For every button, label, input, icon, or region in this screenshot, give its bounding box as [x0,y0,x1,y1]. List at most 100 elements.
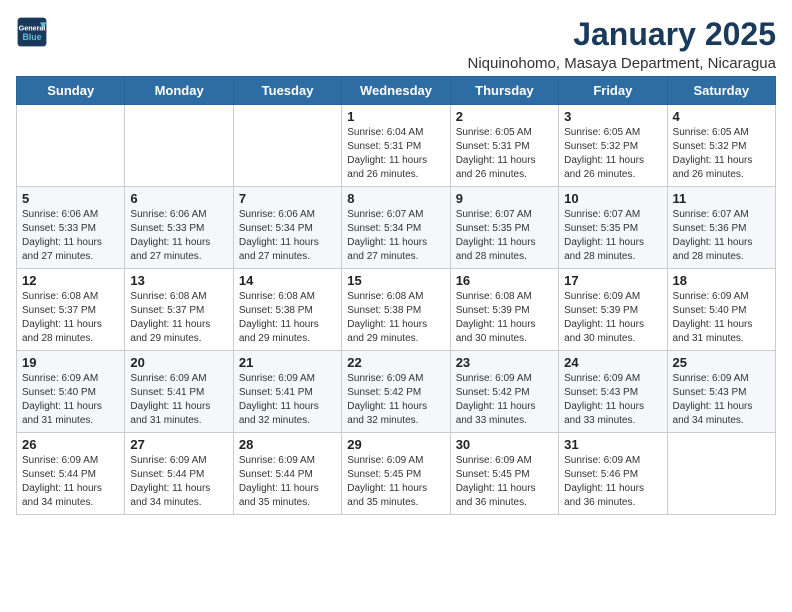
calendar-cell: 28 Sunrise: 6:09 AM Sunset: 5:44 PM Dayli… [233,433,341,515]
cell-info: Sunrise: 6:08 AM Sunset: 5:37 PM Dayligh… [22,290,119,346]
cell-info: Sunrise: 6:09 AM Sunset: 5:40 PM Dayligh… [22,372,119,428]
day-number: 30 [456,437,553,452]
calendar-cell: 11Sunrise: 6:07 AM Sunset: 5:36 PM Dayli… [667,187,775,269]
cell-info: Sunrise: 6:09 AM Sunset: 5:42 PM Dayligh… [347,372,444,428]
calendar-cell: 12 Sunrise: 6:08 AM Sunset: 5:37 PM Dayli… [17,269,125,351]
calendar-cell: 27Sunrise: 6:09 AM Sunset: 5:44 PM Dayli… [125,433,233,515]
cell-info: Sunrise: 6:05 AM Sunset: 5:31 PM Dayligh… [456,126,553,182]
day-number: 9 [456,191,553,206]
cell-info: Sunrise: 6:09 AM Sunset: 5:43 PM Dayligh… [673,372,770,428]
calendar-cell: 19Sunrise: 6:09 AM Sunset: 5:40 PM Dayli… [17,351,125,433]
cell-info: Sunrise: 6:09 AM Sunset: 5:41 PM Dayligh… [239,372,336,428]
header: General Blue January 2025 Niquinohomo, M… [16,16,776,72]
calendar-cell: 4 Sunrise: 6:05 AM Sunset: 5:32 PM Daylig… [667,105,775,187]
cell-info: Sunrise: 6:08 AM Sunset: 5:38 PM Dayligh… [239,290,336,346]
calendar-cell: 1 Sunrise: 6:04 AM Sunset: 5:31 PM Daylig… [342,105,450,187]
calendar-cell [125,105,233,187]
day-number: 16 [456,273,553,288]
day-number: 4 [673,109,770,124]
calendar-cell: 15 Sunrise: 6:08 AM Sunset: 5:38 PM Dayli… [342,269,450,351]
calendar-cell: 5 Sunrise: 6:06 AM Sunset: 5:33 PM Daylig… [17,187,125,269]
day-number: 14 [239,273,336,288]
day-number: 5 [22,191,119,206]
cell-info: Sunrise: 6:08 AM Sunset: 5:39 PM Dayligh… [456,290,553,346]
cell-info: Sunrise: 6:07 AM Sunset: 5:35 PM Dayligh… [564,208,661,264]
cell-info: Sunrise: 6:07 AM Sunset: 5:36 PM Dayligh… [673,208,770,264]
calendar-cell: 22Sunrise: 6:09 AM Sunset: 5:42 PM Dayli… [342,351,450,433]
calendar-header: SundayMondayTuesdayWednesdayThursdayFrid… [17,77,776,105]
calendar-cell: 30 Sunrise: 6:09 AM Sunset: 5:45 PM Dayli… [450,433,558,515]
calendar-cell: 3 Sunrise: 6:05 AM Sunset: 5:32 PM Daylig… [559,105,667,187]
cell-info: Sunrise: 6:08 AM Sunset: 5:37 PM Dayligh… [130,290,227,346]
day-number: 23 [456,355,553,370]
calendar-cell: 20Sunrise: 6:09 AM Sunset: 5:41 PM Dayli… [125,351,233,433]
calendar-body: 1 Sunrise: 6:04 AM Sunset: 5:31 PM Daylig… [17,105,776,515]
calendar-cell: 21 Sunrise: 6:09 AM Sunset: 5:41 PM Dayli… [233,351,341,433]
cell-info: Sunrise: 6:08 AM Sunset: 5:38 PM Dayligh… [347,290,444,346]
calendar-cell: 8Sunrise: 6:07 AM Sunset: 5:34 PM Daylig… [342,187,450,269]
calendar-cell: 31Sunrise: 6:09 AM Sunset: 5:46 PM Dayli… [559,433,667,515]
cell-info: Sunrise: 6:07 AM Sunset: 5:34 PM Dayligh… [347,208,444,264]
cell-info: Sunrise: 6:09 AM Sunset: 5:44 PM Dayligh… [239,454,336,510]
location-subtitle: Niquinohomo, Masaya Department, Nicaragu… [48,55,776,72]
day-header-wednesday: Wednesday [342,77,450,105]
calendar-cell: 10 Sunrise: 6:07 AM Sunset: 5:35 PM Dayli… [559,187,667,269]
calendar-cell [667,433,775,515]
cell-info: Sunrise: 6:04 AM Sunset: 5:31 PM Dayligh… [347,126,444,182]
calendar-cell: 26 Sunrise: 6:09 AM Sunset: 5:44 PM Dayli… [17,433,125,515]
title-area: January 2025 Niquinohomo, Masaya Departm… [48,16,776,72]
cell-info: Sunrise: 6:07 AM Sunset: 5:35 PM Dayligh… [456,208,553,264]
cell-info: Sunrise: 6:09 AM Sunset: 5:46 PM Dayligh… [564,454,661,510]
calendar-cell: 23 Sunrise: 6:09 AM Sunset: 5:42 PM Dayli… [450,351,558,433]
day-header-friday: Friday [559,77,667,105]
calendar-table: SundayMondayTuesdayWednesdayThursdayFrid… [16,76,776,515]
day-number: 28 [239,437,336,452]
day-number: 1 [347,109,444,124]
day-number: 24 [564,355,661,370]
calendar-cell: 6Sunrise: 6:06 AM Sunset: 5:33 PM Daylig… [125,187,233,269]
cell-info: Sunrise: 6:09 AM Sunset: 5:43 PM Dayligh… [564,372,661,428]
calendar-cell: 7Sunrise: 6:06 AM Sunset: 5:34 PM Daylig… [233,187,341,269]
day-header-saturday: Saturday [667,77,775,105]
calendar-cell: 9 Sunrise: 6:07 AM Sunset: 5:35 PM Daylig… [450,187,558,269]
cell-info: Sunrise: 6:09 AM Sunset: 5:44 PM Dayligh… [22,454,119,510]
day-number: 27 [130,437,227,452]
calendar-cell: 29 Sunrise: 6:09 AM Sunset: 5:45 PM Dayli… [342,433,450,515]
day-number: 18 [673,273,770,288]
calendar-cell [17,105,125,187]
calendar-cell: 13 Sunrise: 6:08 AM Sunset: 5:37 PM Dayli… [125,269,233,351]
day-number: 2 [456,109,553,124]
cell-info: Sunrise: 6:09 AM Sunset: 5:39 PM Dayligh… [564,290,661,346]
day-number: 15 [347,273,444,288]
svg-text:Blue: Blue [22,32,41,42]
cell-info: Sunrise: 6:09 AM Sunset: 5:45 PM Dayligh… [347,454,444,510]
cell-info: Sunrise: 6:06 AM Sunset: 5:33 PM Dayligh… [22,208,119,264]
calendar-cell: 24 Sunrise: 6:09 AM Sunset: 5:43 PM Dayli… [559,351,667,433]
day-number: 21 [239,355,336,370]
cell-info: Sunrise: 6:05 AM Sunset: 5:32 PM Dayligh… [564,126,661,182]
calendar-cell: 2 Sunrise: 6:05 AM Sunset: 5:31 PM Daylig… [450,105,558,187]
calendar-cell: 17Sunrise: 6:09 AM Sunset: 5:39 PM Dayli… [559,269,667,351]
cell-info: Sunrise: 6:09 AM Sunset: 5:40 PM Dayligh… [673,290,770,346]
day-number: 29 [347,437,444,452]
day-number: 3 [564,109,661,124]
cell-info: Sunrise: 6:05 AM Sunset: 5:32 PM Dayligh… [673,126,770,182]
cell-info: Sunrise: 6:09 AM Sunset: 5:42 PM Dayligh… [456,372,553,428]
week-row-2: 5 Sunrise: 6:06 AM Sunset: 5:33 PM Daylig… [17,187,776,269]
day-header-thursday: Thursday [450,77,558,105]
days-of-week-row: SundayMondayTuesdayWednesdayThursdayFrid… [17,77,776,105]
week-row-1: 1 Sunrise: 6:04 AM Sunset: 5:31 PM Daylig… [17,105,776,187]
logo-icon: General Blue [16,16,48,48]
day-number: 13 [130,273,227,288]
calendar-cell [233,105,341,187]
month-title: January 2025 [48,16,776,53]
day-number: 10 [564,191,661,206]
cell-info: Sunrise: 6:09 AM Sunset: 5:45 PM Dayligh… [456,454,553,510]
week-row-5: 26 Sunrise: 6:09 AM Sunset: 5:44 PM Dayli… [17,433,776,515]
day-header-tuesday: Tuesday [233,77,341,105]
day-number: 20 [130,355,227,370]
day-number: 26 [22,437,119,452]
week-row-4: 19Sunrise: 6:09 AM Sunset: 5:40 PM Dayli… [17,351,776,433]
day-number: 25 [673,355,770,370]
day-number: 12 [22,273,119,288]
